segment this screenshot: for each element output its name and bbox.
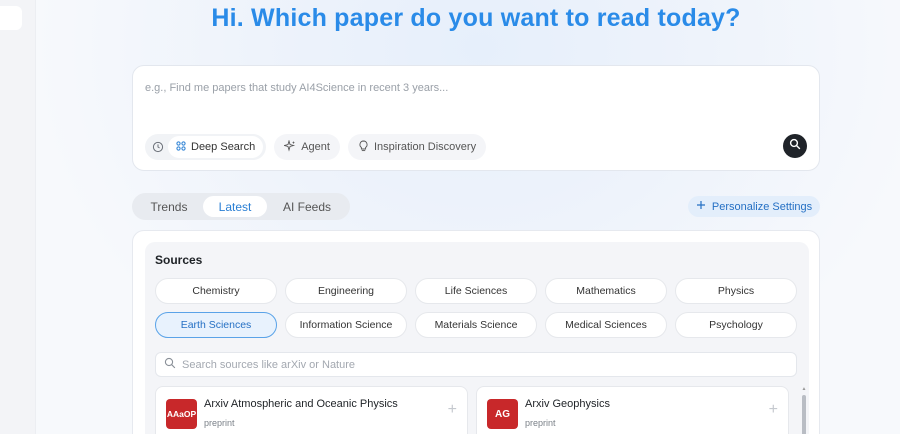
category-row-2: Earth Sciences Information Science Mater… [155,312,797,338]
source-logo: AAaOP [166,399,197,429]
tab-latest[interactable]: Latest [203,196,267,217]
source-type: preprint [525,418,556,428]
source-type: preprint [204,418,235,428]
category-chip-chemistry[interactable]: Chemistry [155,278,277,304]
category-chip-mathematics[interactable]: Mathematics [545,278,667,304]
deep-search-group: Deep Search [145,134,267,160]
feed-tabs: Trends Latest AI Feeds [132,193,350,220]
inspiration-discovery-label: Inspiration Discovery [373,141,477,153]
deep-search-button[interactable]: Deep Search [168,136,264,158]
search-icon [789,137,801,155]
source-list-scrollbar[interactable]: ▲ [801,386,807,434]
category-chip-life-sciences[interactable]: Life Sciences [415,278,537,304]
search-icon [164,356,176,374]
category-chip-information-science[interactable]: Information Science [285,312,407,338]
category-chip-materials-science[interactable]: Materials Science [415,312,537,338]
search-submit-button[interactable] [783,134,807,158]
lightbulb-icon [358,140,369,155]
main-content: Hi. Which paper do you want to read toda… [0,0,900,434]
search-box: Deep Search Agent Inspiration Discovery [132,65,820,171]
category-chip-psychology[interactable]: Psychology [675,312,797,338]
personalize-settings-button[interactable]: Personalize Settings [688,196,820,217]
inspiration-discovery-button[interactable]: Inspiration Discovery [347,134,487,160]
category-chip-physics[interactable]: Physics [675,278,797,304]
source-card[interactable]: AG Arxiv Geophysics preprint + [476,386,789,434]
source-card[interactable]: AAaOP Arxiv Atmospheric and Oceanic Phys… [155,386,468,434]
grid-icon [176,140,186,154]
category-chip-medical-sciences[interactable]: Medical Sciences [545,312,667,338]
plus-icon [696,200,706,213]
agent-button[interactable]: Agent [274,134,340,160]
source-name: Arxiv Atmospheric and Oceanic Physics [204,398,398,410]
sources-panel: Sources Chemistry Engineering Life Scien… [132,230,820,434]
search-input[interactable] [145,78,805,98]
agent-label: Agent [301,141,330,153]
sources-card: Sources Chemistry Engineering Life Scien… [145,242,809,434]
scrollbar-thumb[interactable] [802,395,806,434]
add-source-button[interactable]: + [769,402,778,418]
source-name: Arxiv Geophysics [525,398,610,410]
sparkle-icon [283,138,296,155]
tab-trends[interactable]: Trends [135,196,203,217]
search-mode-bar: Deep Search Agent Inspiration Discovery [145,134,487,160]
sources-title: Sources [155,253,203,267]
add-source-button[interactable]: + [448,402,457,418]
personalize-settings-label: Personalize Settings [711,200,813,213]
category-chip-engineering[interactable]: Engineering [285,278,407,304]
source-search-box [155,352,797,377]
page-title: Hi. Which paper do you want to read toda… [211,4,741,32]
clock-icon[interactable] [148,137,168,157]
category-row-1: Chemistry Engineering Life Sciences Math… [155,278,797,304]
category-chip-earth-sciences[interactable]: Earth Sciences [155,312,277,338]
tab-ai-feeds[interactable]: AI Feeds [267,196,347,217]
source-search-input[interactable] [182,358,782,371]
source-logo: AG [487,399,518,429]
deep-search-label: Deep Search [191,141,256,153]
scroll-up-arrow[interactable]: ▲ [801,386,807,392]
